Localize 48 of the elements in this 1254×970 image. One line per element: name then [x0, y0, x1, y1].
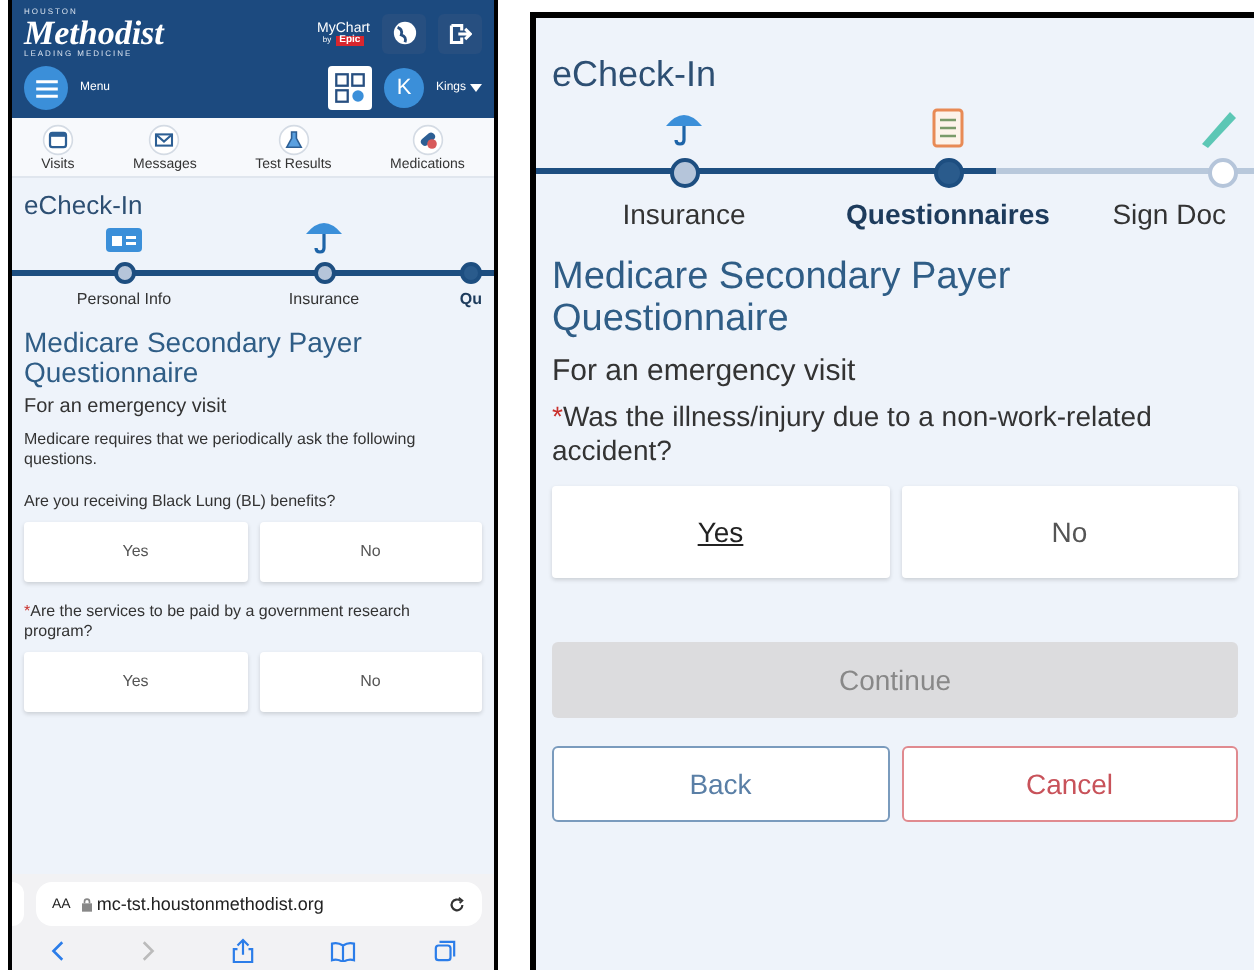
- qr-code-icon: [333, 72, 366, 104]
- reload-icon[interactable]: [448, 895, 466, 913]
- back-button[interactable]: Back: [552, 745, 889, 822]
- pills-icon: [411, 124, 444, 156]
- language-button[interactable]: [382, 13, 426, 53]
- step-label[interactable]: Sign Doc: [1112, 198, 1238, 230]
- section-subheading: For an emergency visit: [552, 353, 858, 388]
- answer-button[interactable]: Yes: [552, 485, 889, 578]
- caret-icon: [470, 84, 482, 92]
- page-title: eCheck-In: [24, 190, 145, 220]
- share-icon[interactable]: [231, 937, 254, 963]
- menu-button[interactable]: [24, 66, 68, 110]
- answer-button[interactable]: No: [259, 521, 482, 582]
- lock-icon: [82, 897, 93, 911]
- flask-icon: [277, 124, 310, 156]
- answer-button[interactable]: Yes: [24, 521, 247, 582]
- logo-text: Methodist: [24, 16, 164, 50]
- menu-icon: [35, 79, 57, 97]
- globe-icon: [391, 20, 417, 46]
- logout-button[interactable]: [438, 13, 482, 53]
- step-label[interactable]: Personal Info: [76, 290, 172, 308]
- clipboard-icon: [932, 108, 964, 148]
- intro-text: Medicare requires that we periodically ask the following questions.: [24, 429, 418, 472]
- question-text: *Are the services to be paid by a government research program?: [24, 601, 413, 642]
- page-title: eCheck-In: [552, 54, 719, 96]
- question-text: *Was the illness/injury due to a non-work-related accident?: [552, 399, 1154, 470]
- pen-icon: [1198, 108, 1238, 148]
- qr-code-button[interactable]: [327, 66, 372, 110]
- id-card-icon: [104, 224, 144, 256]
- back-icon[interactable]: [50, 939, 65, 961]
- answer-button[interactable]: Yes: [24, 651, 247, 712]
- question-text: Are you receiving Black Lung (BL) benefits?: [24, 491, 338, 512]
- section-subheading: For an emergency visit: [24, 395, 229, 418]
- step-label[interactable]: Insurance: [622, 198, 746, 230]
- calendar-icon: [41, 124, 74, 156]
- section-heading: Medicare Secondary Payer Questionnaire: [552, 258, 1013, 342]
- logout-icon: [448, 21, 472, 45]
- tabs-icon[interactable]: [433, 939, 456, 961]
- book-icon[interactable]: [330, 939, 357, 961]
- answer-button[interactable]: No: [259, 651, 482, 712]
- url-text: mc-tst.houstonmethodist.org: [96, 894, 324, 914]
- step-label[interactable]: Questionnaires: [846, 198, 1050, 230]
- envelope-icon: [148, 124, 181, 156]
- section-heading: Medicare Secondary Payer Questionnaire: [24, 328, 364, 390]
- step-label[interactable]: Insurance: [288, 290, 360, 308]
- step-label[interactable]: Qu: [459, 290, 482, 308]
- cancel-button[interactable]: Cancel: [901, 745, 1238, 822]
- answer-button[interactable]: No: [901, 485, 1238, 578]
